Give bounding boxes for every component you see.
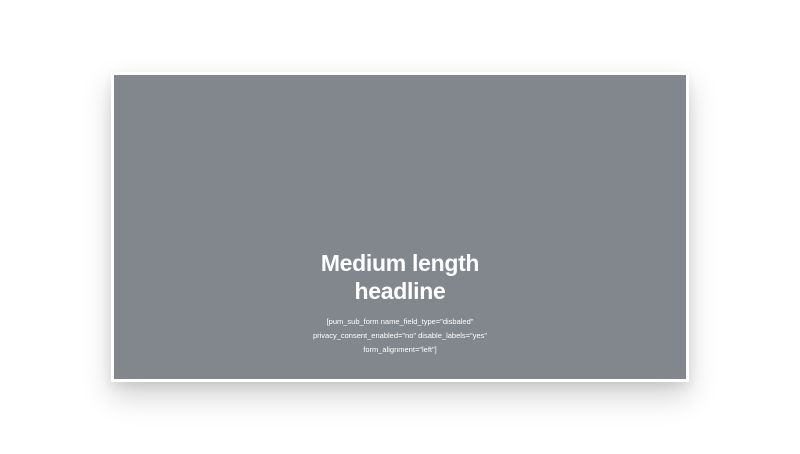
- headline-line-1: Medium length: [320, 250, 480, 276]
- shortcode-line-1: [pum_sub_form name_field_type="disbaled": [326, 317, 474, 326]
- popup-panel: Medium length headline [pum_sub_form nam…: [114, 75, 686, 379]
- subscription-form-shortcode: [pum_sub_form name_field_type="disbaled"…: [114, 315, 686, 357]
- shortcode-line-3: form_alignment="left"]: [363, 345, 437, 354]
- headline-line-2: headline: [354, 278, 446, 304]
- popup-frame: Medium length headline [pum_sub_form nam…: [111, 72, 689, 382]
- popup-headline: Medium length headline: [114, 249, 686, 305]
- shortcode-line-2: privacy_consent_enabled="no" disable_lab…: [312, 331, 488, 340]
